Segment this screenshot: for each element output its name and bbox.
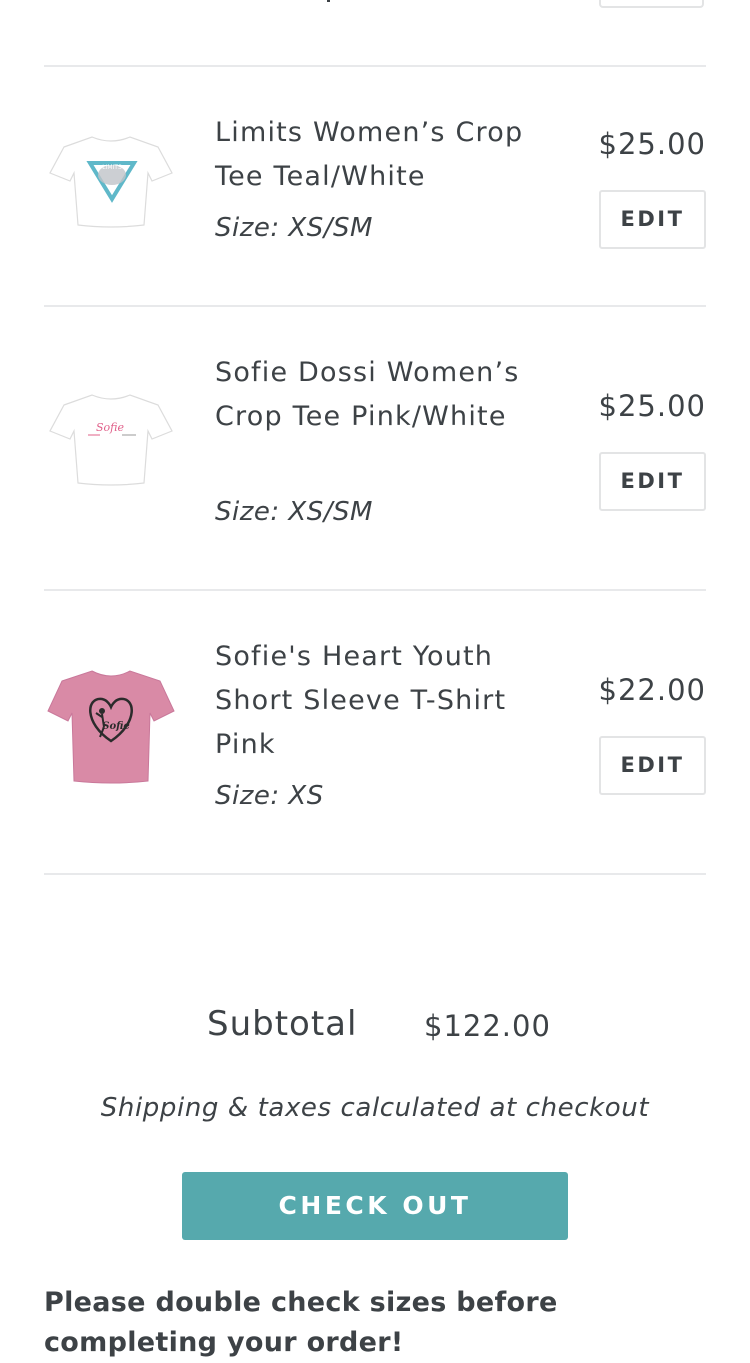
cart-item: LIMITS Limits Women’s Crop Tee Teal/Whit…	[44, 67, 706, 305]
product-title[interactable]: Sofie Dossi Women’s Crop Tee Pink/White	[215, 351, 545, 439]
svg-text:Sofie: Sofie	[96, 421, 124, 434]
cart-item: Sofie Sofie Dossi Women’s Crop Tee Pink/…	[44, 307, 706, 589]
product-image-limits-crop-tee[interactable]: LIMITS	[44, 129, 179, 239]
product-image-sofie-dossi-crop-tee[interactable]: Sofie	[44, 387, 179, 497]
product-price: $25.00	[598, 389, 706, 423]
shipping-note: Shipping & taxes calculated at checkout	[100, 1093, 650, 1123]
subtotal-value: $122.00	[424, 1009, 551, 1043]
edit-button[interactable]: EDIT	[599, 452, 706, 511]
svg-text:Sofie: Sofie	[102, 721, 130, 732]
product-price: $22.00	[598, 673, 706, 707]
product-title[interactable]: Sofie's Heart Youth Short Sleeve T-Shirt…	[215, 635, 545, 767]
product-size: Size: XS	[215, 781, 324, 811]
checkout-button[interactable]: CHECK OUT	[182, 1172, 568, 1240]
subtotal-label: Subtotal	[207, 1004, 358, 1044]
product-title[interactable]: Limits Women’s Crop Tee Teal/White	[215, 111, 545, 199]
product-image-sofies-heart-youth-tee[interactable]: Sofie	[44, 667, 179, 784]
product-size: Size: XS/SM	[215, 213, 373, 243]
edit-button[interactable]: EDIT	[599, 736, 706, 795]
previous-item-edit-button[interactable]	[599, 0, 704, 8]
edit-button[interactable]: EDIT	[599, 190, 706, 249]
size-check-note: Please double check sizes before complet…	[44, 1287, 558, 1358]
item-divider	[44, 873, 706, 875]
product-size: Size: XS/SM	[215, 497, 373, 527]
svg-text:LIMITS: LIMITS	[102, 164, 122, 171]
previous-item-text-fragment	[327, 0, 330, 2]
product-price: $25.00	[598, 127, 706, 161]
cart-item: Sofie Sofie's Heart Youth Short Sleeve T…	[44, 591, 706, 873]
